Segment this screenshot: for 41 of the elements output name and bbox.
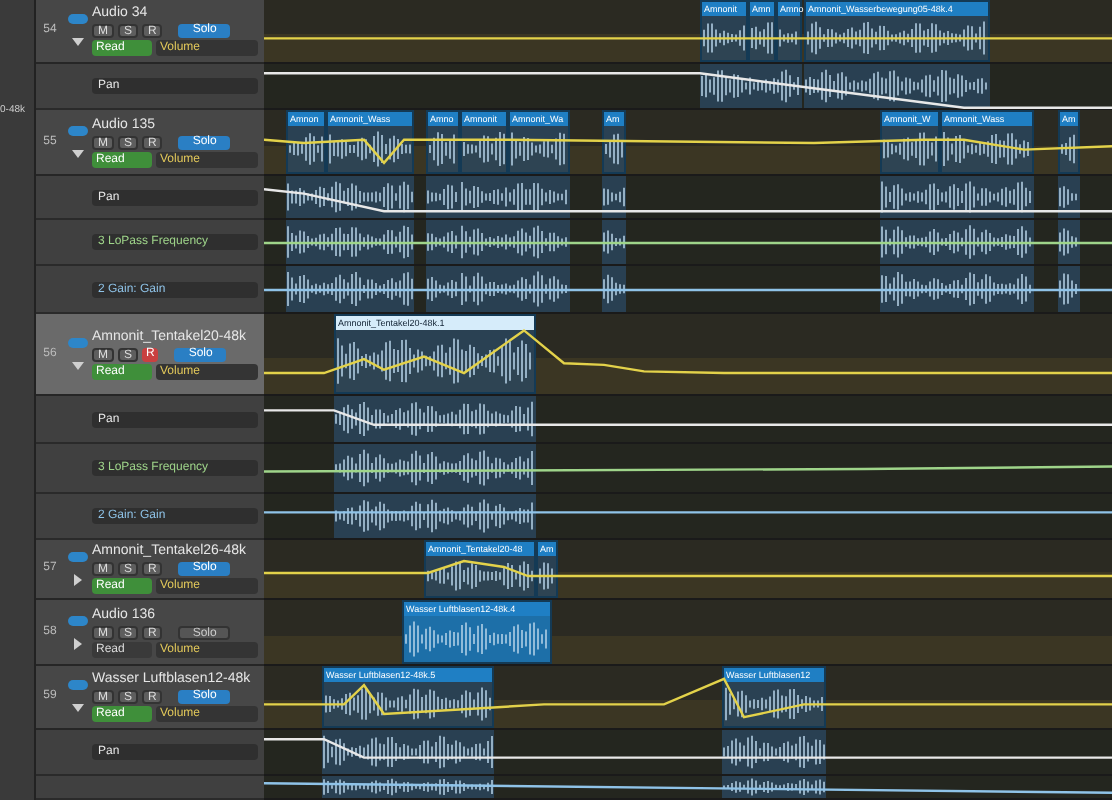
waveform [508,220,570,264]
disclosure-icon[interactable] [72,637,84,649]
power-button[interactable] [68,615,88,625]
waveform [510,126,568,172]
disclosure-icon[interactable] [72,147,84,159]
waveform [462,126,506,172]
waveform [426,176,460,218]
waveform [942,126,1032,172]
waveform [328,126,412,172]
waveform [426,266,460,312]
disclosure-icon[interactable] [72,574,84,586]
disclosure-icon[interactable] [72,359,84,371]
waveform [508,176,570,218]
waveform [1058,266,1080,312]
waveform [460,176,508,218]
waveform [426,220,460,264]
waveform [602,220,626,264]
waveform [508,266,570,312]
power-button[interactable] [68,680,88,690]
waveform [702,16,746,60]
waveform [602,176,626,218]
waveform [460,220,508,264]
waveform [460,266,508,312]
waveform [538,556,556,596]
power-button[interactable] [68,14,88,24]
waveform [882,126,938,172]
waveform [604,126,624,172]
waveform [426,556,534,596]
waveform [1058,220,1080,264]
power-button[interactable] [68,125,88,135]
waveform [724,682,824,726]
waveform [778,16,800,60]
waveform [288,126,324,172]
waveform [428,126,458,172]
waveform [1058,176,1080,218]
waveform [602,266,626,312]
disclosure-icon[interactable] [72,702,84,714]
power-button[interactable] [68,552,88,562]
waveform [750,16,774,60]
disclosure-icon[interactable] [72,36,84,48]
waveform [1060,126,1078,172]
